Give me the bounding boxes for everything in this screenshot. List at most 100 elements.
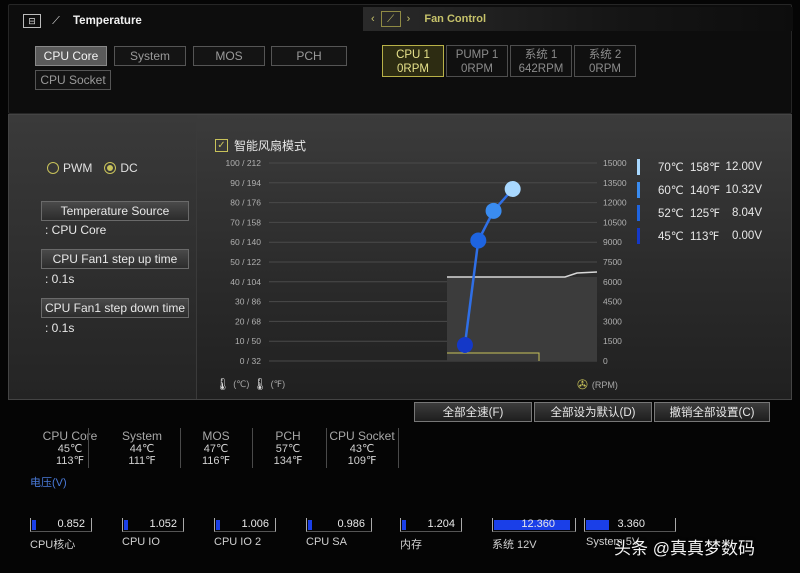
temp-readout-mos: MOS 47℃ 116℉ — [184, 430, 248, 470]
dc-radio[interactable] — [104, 162, 117, 174]
temp-readout-cpu-socket: CPU Socket 43℃ 109℉ — [328, 430, 396, 470]
y-left-tick-label: 20 / 68 — [235, 316, 261, 326]
voltage-bar-cpu-io-2: 1.006 — [214, 518, 276, 532]
voltage-value: 1.204 — [427, 518, 455, 530]
legend-color-swatch — [637, 181, 640, 198]
voltage-title: 电压(V) — [30, 477, 67, 489]
legend-color-swatch — [637, 227, 640, 244]
temp-readout-cpu-core: CPU Core 45℃ 113℉ — [36, 430, 104, 470]
thermometer-icon: 🌡 — [252, 377, 268, 391]
voltage-bar-cpu-io: 1.052 — [122, 518, 184, 532]
fan-curve-panel: PWM DC Temperature Source : CPU Core CPU… — [8, 114, 792, 400]
temp-fahrenheit: 134℉ — [273, 455, 303, 467]
y-left-tick-label: 50 / 122 — [230, 257, 261, 267]
temp-name: System — [121, 429, 162, 443]
watermark: 头条 @真真梦数码 — [614, 539, 755, 558]
fan-tab-rpm: 642RPM — [518, 63, 564, 75]
thermometer-chart-icon: ⟋ — [52, 14, 60, 27]
fan-tab-rpm: 0RPM — [397, 63, 429, 75]
y-left-tick-label: 40 / 104 — [230, 277, 261, 287]
mode-selector: PWM DC — [47, 161, 138, 175]
voltage-value: 3.360 — [617, 518, 645, 530]
step-up-time-value: : 0.1s — [45, 272, 75, 286]
voltage-bar-system-5v: 3.360 — [584, 518, 676, 532]
voltage-bar-system-12v: 12.360 — [492, 518, 576, 532]
window-icon: ⊟ — [23, 14, 41, 28]
temperature-panel: ⊟ ⟋ Temperature ‹ ⟋ › Fan Control CPU Co… — [8, 4, 793, 114]
y-right-tick-label: 4500 — [603, 297, 622, 307]
temp-celsius: 44℃ — [129, 442, 155, 455]
fan-tab-name: 系统 1 — [524, 49, 558, 61]
y-right-tick-label: 6000 — [603, 277, 622, 287]
temperature-source-button[interactable]: Temperature Source — [41, 201, 189, 221]
legend-row: 45℃ 113℉ 0.00V — [637, 224, 762, 247]
voltage-bar-memory: 1.204 — [400, 518, 462, 532]
unit-rpm: (RPM) — [591, 380, 618, 390]
fan-settings-column: PWM DC Temperature Source : CPU Core CPU… — [9, 115, 197, 399]
fan-tab-cpu1[interactable]: CPU 1 0RPM — [382, 45, 444, 77]
voltage-name: 系统 12V — [492, 539, 537, 551]
chevron-left-icon[interactable]: ‹ — [371, 13, 375, 25]
step-down-time-value: : 0.1s — [45, 321, 75, 335]
fan-icon: ✇ — [577, 377, 588, 392]
legend-voltage: 0.00V — [731, 229, 762, 242]
tab-mos[interactable]: MOS — [193, 46, 265, 66]
y-right-tick-label: 10500 — [603, 217, 627, 227]
tab-pch[interactable]: PCH — [271, 46, 347, 66]
legend-voltage: 8.04V — [731, 206, 762, 219]
voltage-name: CPU IO 2 — [214, 536, 262, 548]
rpm-history-line — [447, 271, 598, 278]
temperature-units: 🌡 (℃) 🌡 (℉) — [215, 377, 285, 391]
y-right-tick-label: 0 — [603, 356, 608, 366]
legend-row: 70℃ 158℉ 12.00V — [637, 155, 762, 178]
temperature-header: ⊟ ⟋ Temperature — [23, 13, 142, 29]
fan-curve-legend: 70℃ 158℉ 12.00V 60℃ 140℉ 10.32V 52℃ 125℉… — [637, 155, 762, 247]
voltage-name: CPU核心 — [30, 539, 76, 551]
y-left-tick-label: 60 / 140 — [230, 237, 261, 247]
step-down-time-button[interactable]: CPU Fan1 step down time — [41, 298, 189, 318]
fan-tab-system2[interactable]: 系统 2 0RPM — [574, 45, 636, 77]
voltage-fill — [216, 520, 221, 530]
legend-celsius: 52℃ — [658, 207, 684, 220]
unit-celsius: (℃) — [233, 378, 250, 389]
y-right-tick-label: 9000 — [603, 237, 622, 247]
voltage-fill — [124, 520, 129, 530]
legend-color-swatch — [637, 158, 640, 175]
fan-tab-rpm: 0RPM — [589, 63, 621, 75]
legend-fahrenheit: 113℉ — [690, 230, 720, 243]
fan-curve-chart[interactable]: 100 / 212 1500090 / 194 1350080 / 176 12000… — [205, 151, 635, 371]
divider — [326, 428, 327, 468]
tab-cpu-socket[interactable]: CPU Socket — [35, 70, 111, 90]
tab-system[interactable]: System — [114, 46, 186, 66]
voltage-value: 1.052 — [149, 518, 177, 530]
y-left-tick-label: 30 / 86 — [235, 297, 261, 307]
full-speed-all-button[interactable]: 全部全速(F) — [414, 402, 532, 422]
tab-cpu-core[interactable]: CPU Core — [35, 46, 107, 66]
temp-celsius: 43℃ — [349, 442, 375, 455]
temp-celsius: 45℃ — [57, 442, 83, 455]
pwm-radio[interactable] — [47, 162, 59, 174]
fan-tab-name: 系统 2 — [588, 49, 622, 61]
voltage-fill — [402, 520, 407, 530]
legend-fahrenheit: 140℉ — [690, 184, 721, 197]
legend-fahrenheit: 125℉ — [690, 207, 721, 220]
voltage-fill — [586, 520, 609, 530]
fan-tab-system1[interactable]: 系统 1 642RPM — [510, 45, 572, 77]
legend-color-swatch — [637, 204, 640, 221]
set-all-default-button[interactable]: 全部设为默认(D) — [534, 402, 652, 422]
fan-tab-name: CPU 1 — [396, 49, 430, 61]
undo-all-settings-button[interactable]: 撤销全部设置(C) — [654, 402, 770, 422]
fan-chart-icon: ⟋ — [380, 11, 401, 27]
voltage-bar-cpu-sa: 0.986 — [306, 518, 372, 532]
chevron-right-icon[interactable]: › — [407, 13, 411, 25]
fan-tab-pump1[interactable]: PUMP 1 0RPM — [446, 45, 508, 77]
y-left-tick-label: 70 / 158 — [230, 217, 261, 227]
temp-celsius: 47℃ — [203, 442, 229, 455]
temp-fahrenheit: 116℉ — [201, 455, 230, 467]
temperature-source-value: : CPU Core — [45, 223, 107, 237]
step-up-time-button[interactable]: CPU Fan1 step up time — [41, 249, 189, 269]
voltage-name: CPU SA — [306, 536, 347, 548]
legend-celsius: 45℃ — [658, 230, 684, 243]
divider — [180, 428, 181, 468]
voltage-bar-cpu-core: 0.852 — [30, 518, 92, 532]
